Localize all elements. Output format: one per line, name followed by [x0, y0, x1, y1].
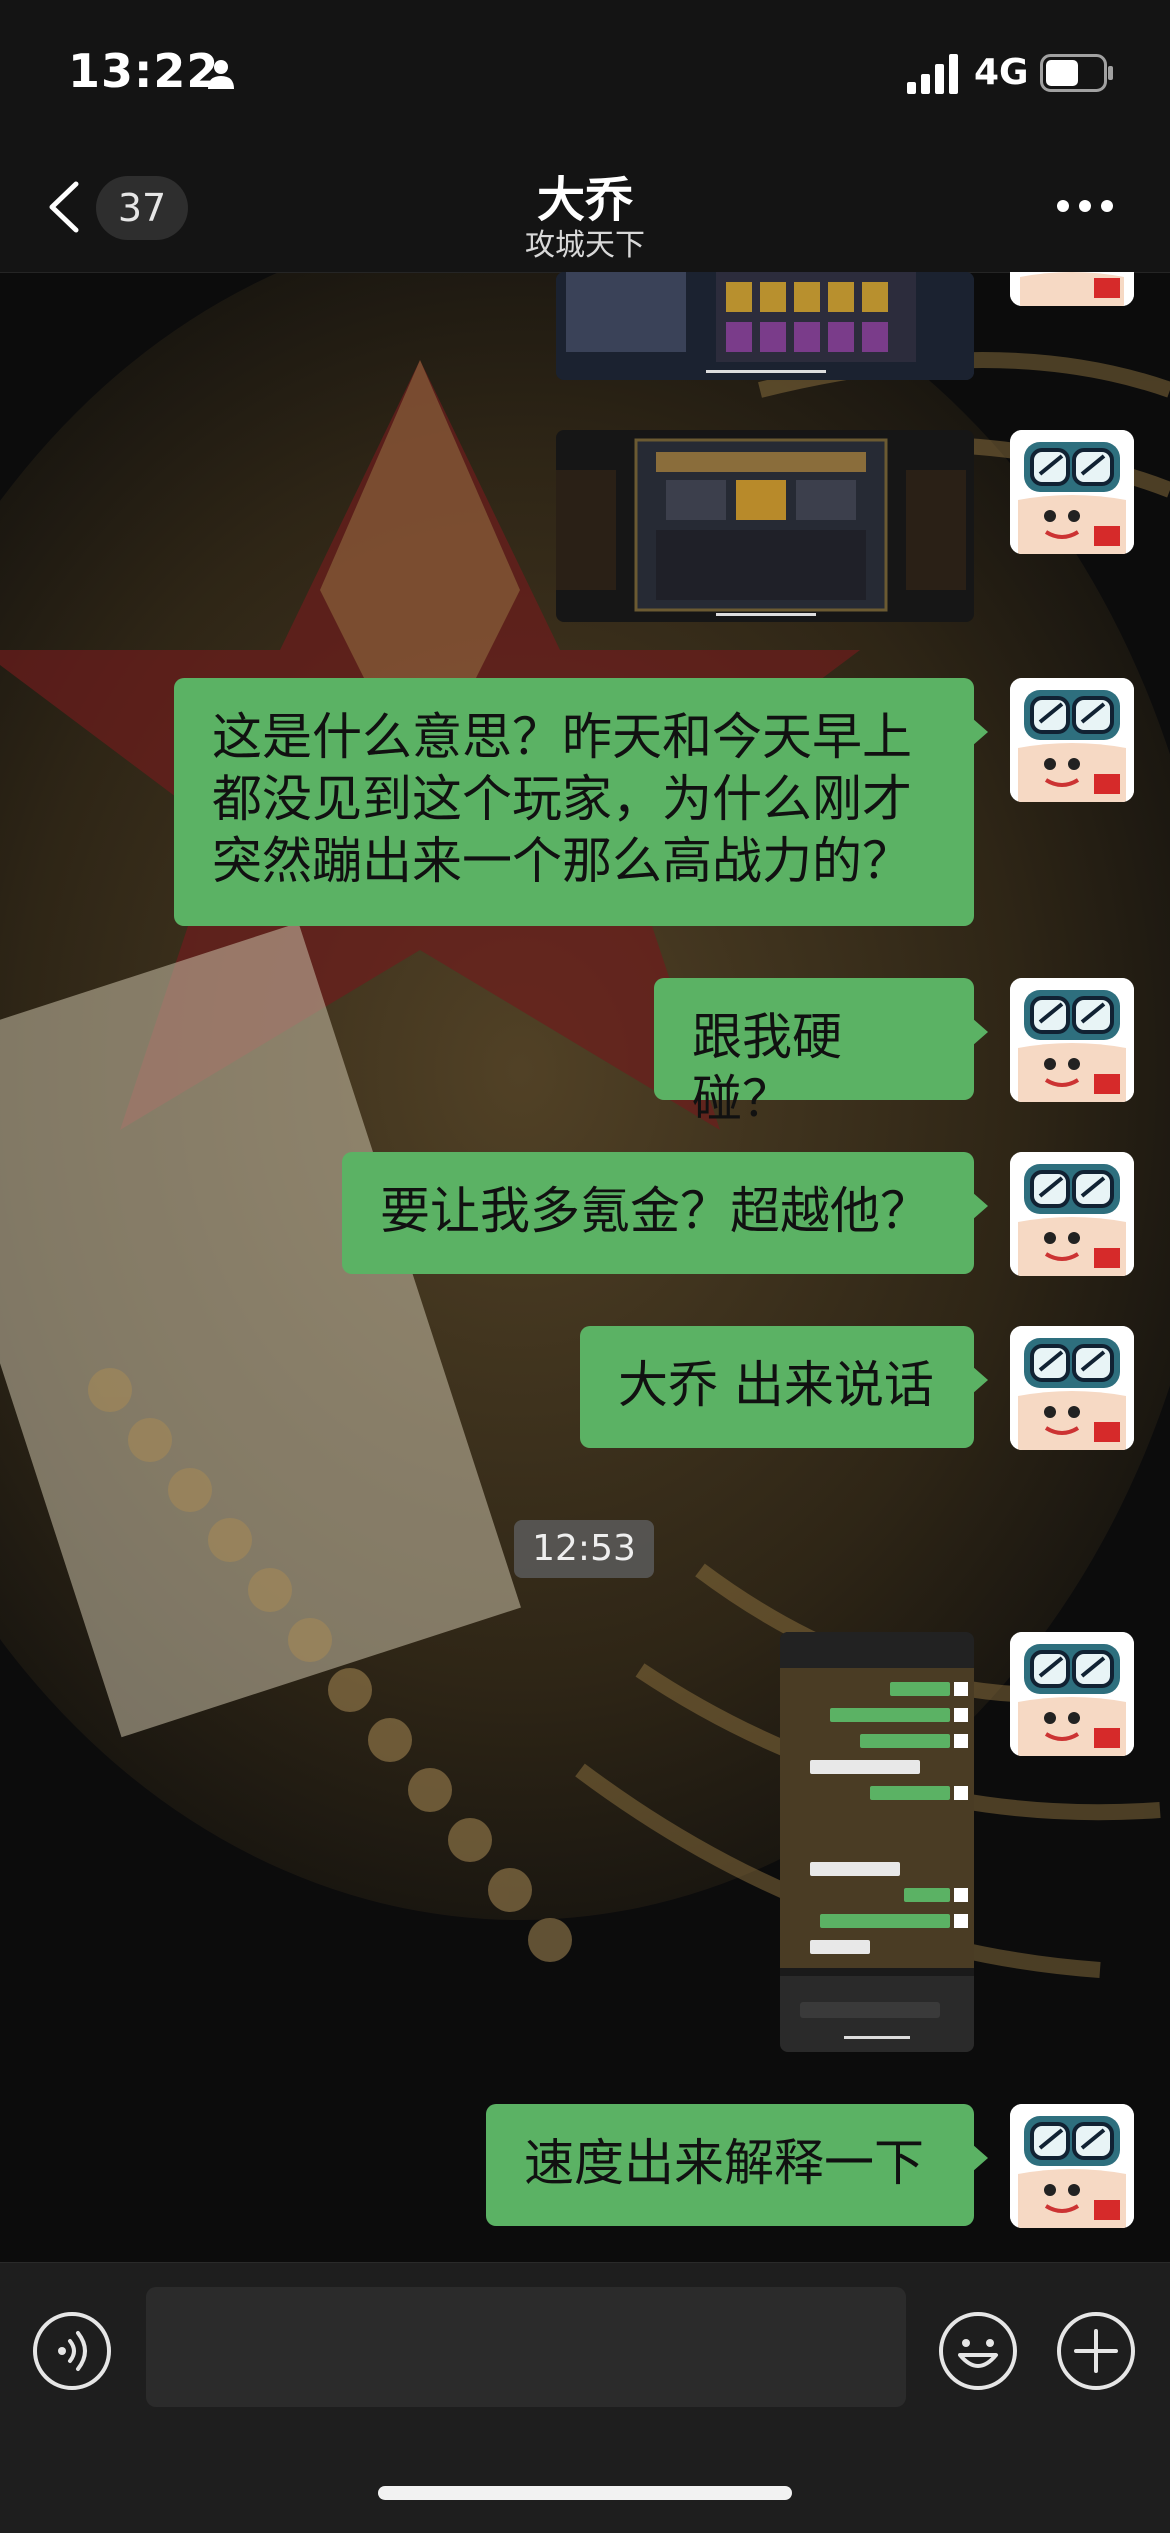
text-message[interactable]: 速度出来解释一下	[486, 2104, 988, 2226]
message-timestamp: 12:53	[514, 1520, 654, 1578]
image-message[interactable]	[556, 272, 974, 380]
message-text: 要让我多氪金？超越他？	[380, 1182, 930, 1240]
my-avatar[interactable]	[1010, 272, 1134, 306]
text-message[interactable]: 大乔 出来说话	[580, 1326, 988, 1448]
add-attachment-icon[interactable]	[1056, 2311, 1136, 2391]
image-message[interactable]	[556, 430, 974, 622]
person-icon	[208, 60, 234, 89]
status-time: 13:22	[68, 44, 220, 98]
my-avatar[interactable]	[1010, 430, 1134, 554]
text-message[interactable]: 跟我硬碰？	[654, 978, 988, 1128]
message-text-field[interactable]	[146, 2287, 906, 2407]
message-text: 大乔 出来说话	[618, 1356, 934, 1414]
my-avatar[interactable]	[1010, 678, 1134, 802]
my-avatar[interactable]	[1010, 1326, 1134, 1450]
message-text: 这是什么意思？昨天和今天早上都没见到这个玩家，为什么刚才突然蹦出来一个那么高战力…	[212, 708, 912, 890]
status-bar: 13:22 4G	[0, 0, 1170, 140]
emoji-icon[interactable]	[938, 2311, 1018, 2391]
message-text: 速度出来解释一下	[524, 2134, 924, 2192]
image-message[interactable]	[780, 1632, 974, 2052]
home-indicator[interactable]	[378, 2486, 792, 2500]
my-avatar[interactable]	[1010, 978, 1134, 1102]
battery-icon	[1040, 54, 1113, 92]
voice-input-icon[interactable]	[32, 2311, 112, 2391]
my-avatar[interactable]	[1010, 1152, 1134, 1276]
more-options-icon[interactable]	[1055, 198, 1115, 214]
network-type: 4G	[974, 52, 1029, 93]
chat-subtitle: 攻城天下	[525, 228, 645, 263]
chat-header: 37 大乔 攻城天下	[0, 140, 1170, 273]
my-avatar[interactable]	[1010, 2104, 1134, 2228]
my-avatar[interactable]	[1010, 1632, 1134, 1756]
text-message[interactable]: 要让我多氪金？超越他？	[342, 1152, 988, 1274]
cellular-signal-icon	[907, 54, 958, 94]
text-message[interactable]: 这是什么意思？昨天和今天早上都没见到这个玩家，为什么刚才突然蹦出来一个那么高战力…	[174, 678, 988, 926]
